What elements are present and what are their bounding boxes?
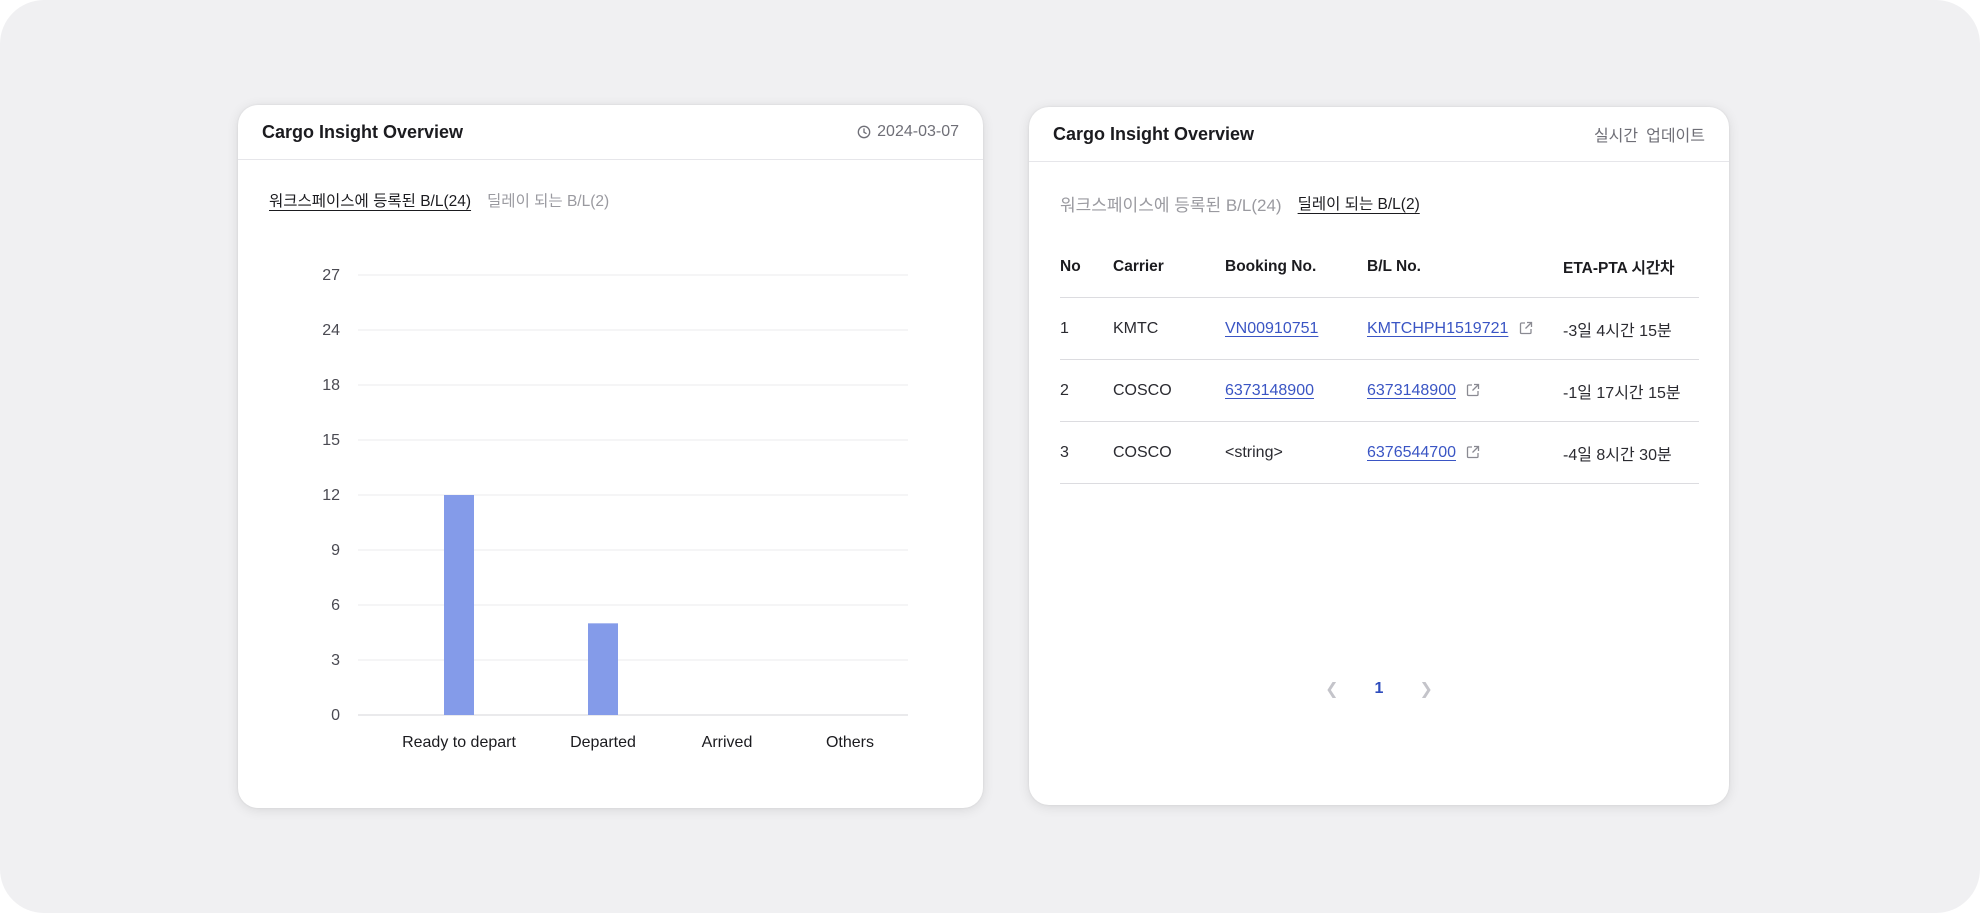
external-link-icon[interactable] bbox=[1519, 321, 1533, 335]
table-row: 2 COSCO 6373148900 6373148900 -1일 17시간 1… bbox=[1060, 359, 1699, 422]
col-header-eta: ETA-PTA 시간차 bbox=[1563, 237, 1699, 298]
booking-link[interactable]: 6373148900 bbox=[1225, 382, 1314, 399]
background-canvas: Cargo Insight Overview 2024-03-07 워크스페이스… bbox=[0, 0, 1980, 913]
booking-link[interactable]: VN00910751 bbox=[1225, 320, 1318, 337]
realtime-label: 실시간 bbox=[1593, 128, 1639, 145]
x-tick-label: Arrived bbox=[702, 734, 753, 751]
external-link-icon[interactable] bbox=[1466, 445, 1480, 459]
bl-link[interactable]: KMTCHPH1519721 bbox=[1367, 320, 1508, 337]
col-header-no: No bbox=[1060, 237, 1113, 298]
y-tick-label: 0 bbox=[331, 707, 340, 724]
delayed-bl-table: No Carrier Booking No. B/L No. ETA-PTA 시… bbox=[1060, 237, 1699, 484]
tab-registered-bl[interactable]: 워크스페이스에 등록된 B/L(24) bbox=[1060, 191, 1282, 216]
y-tick-label: 24 bbox=[322, 322, 340, 339]
bar-ready-to-depart[interactable] bbox=[444, 495, 474, 715]
y-tick-label: 9 bbox=[331, 542, 340, 559]
cell-carrier: COSCO bbox=[1113, 421, 1225, 484]
y-tick-label: 3 bbox=[331, 652, 340, 669]
cargo-overview-chart-card: Cargo Insight Overview 2024-03-07 워크스페이스… bbox=[238, 105, 983, 808]
y-tick-label: 18 bbox=[322, 377, 340, 394]
y-tick-label: 6 bbox=[331, 597, 340, 614]
bar-departed[interactable] bbox=[588, 623, 618, 715]
x-tick-label: Ready to depart bbox=[402, 734, 516, 751]
bl-link[interactable]: 6373148900 bbox=[1367, 382, 1456, 399]
card-title: Cargo Insight Overview bbox=[1053, 123, 1255, 144]
y-tick-label: 15 bbox=[322, 432, 340, 449]
col-header-bl: B/L No. bbox=[1367, 237, 1563, 298]
chevron-left-icon[interactable]: ❮ bbox=[1325, 679, 1338, 699]
bl-link[interactable]: 6376544700 bbox=[1367, 444, 1456, 461]
cell-carrier: COSCO bbox=[1113, 359, 1225, 422]
cell-no: 3 bbox=[1060, 421, 1113, 484]
external-link-icon[interactable] bbox=[1466, 383, 1480, 397]
table-row: 3 COSCO <string> 6376544700 -4일 8시간 30분 bbox=[1060, 421, 1699, 484]
status-bar-chart: 0 3 6 9 12 15 18 24 27 Ready to depart Departed Arr… bbox=[322, 267, 908, 751]
cell-eta-diff: -1일 17시간 15분 bbox=[1563, 359, 1699, 422]
pagination: ❮ 1 ❯ bbox=[1029, 679, 1729, 699]
cell-booking-plain: <string> bbox=[1225, 421, 1367, 484]
x-tick-label: Departed bbox=[570, 734, 636, 751]
y-tick-label: 27 bbox=[322, 267, 340, 284]
chevron-right-icon[interactable]: ❯ bbox=[1419, 679, 1432, 699]
cell-eta-diff: -4일 8시간 30분 bbox=[1563, 421, 1699, 484]
col-header-booking: Booking No. bbox=[1225, 237, 1367, 298]
card-header: Cargo Insight Overview 실시간 업데이트 bbox=[1029, 107, 1729, 162]
bl-tabs: 워크스페이스에 등록된 B/L(24) 딜레이 되는 B/L(2) bbox=[1060, 191, 1420, 216]
table-header-row: No Carrier Booking No. B/L No. ETA-PTA 시… bbox=[1060, 237, 1699, 298]
cell-carrier: KMTC bbox=[1113, 297, 1225, 360]
update-label: 업데이트 bbox=[1646, 128, 1705, 145]
cell-no: 2 bbox=[1060, 359, 1113, 422]
x-tick-label: Others bbox=[826, 734, 874, 751]
tab-delayed-bl[interactable]: 딜레이 되는 B/L(2) bbox=[1298, 192, 1420, 216]
table-row: 1 KMTC VN00910751 KMTCHPH1519721 -3일 4시간… bbox=[1060, 297, 1699, 360]
realtime-update: 실시간 업데이트 bbox=[1594, 122, 1705, 146]
y-tick-label: 12 bbox=[322, 487, 340, 504]
page-number[interactable]: 1 bbox=[1375, 680, 1384, 698]
cargo-overview-table-card: Cargo Insight Overview 실시간 업데이트 워크스페이스에 … bbox=[1029, 107, 1729, 805]
col-header-carrier: Carrier bbox=[1113, 237, 1225, 298]
cell-no: 1 bbox=[1060, 297, 1113, 360]
cell-eta-diff: -3일 4시간 15분 bbox=[1563, 297, 1699, 360]
